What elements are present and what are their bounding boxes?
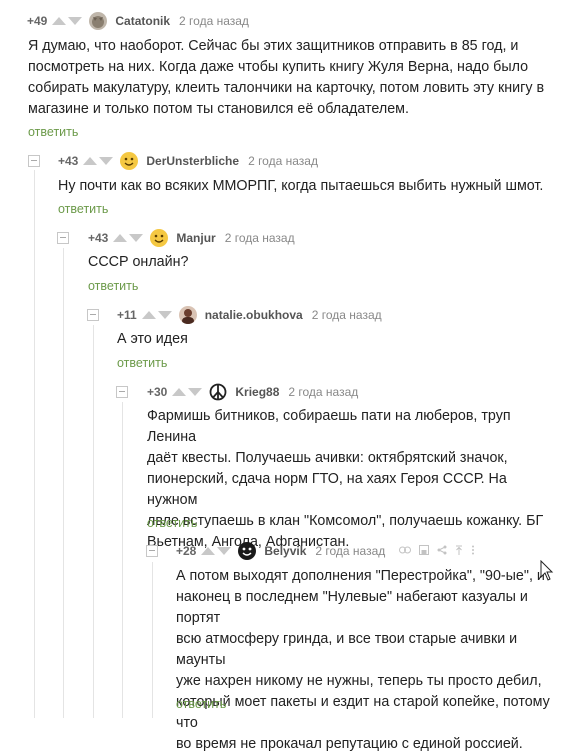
comment-line: пионерский, сдача норм ГТО, на хаях Геро… bbox=[147, 471, 507, 508]
comment-line: уже нахрен никому не нужны, теперь ты пр… bbox=[176, 673, 542, 689]
comment-body: Я думаю, что наоборот. Сейчас бы этих за… bbox=[28, 36, 548, 120]
comment-time[interactable]: 2 года назад bbox=[179, 14, 249, 28]
comment-body: Фармишь битников, собираешь пати на любе… bbox=[147, 406, 557, 553]
peace-sign-avatar-icon[interactable] bbox=[209, 383, 228, 401]
comment-username[interactable]: DerUnsterbliche bbox=[146, 154, 239, 168]
comment-line: Ну почти как во всяких ММОРПГ, когда пыт… bbox=[58, 178, 544, 194]
share-icon[interactable] bbox=[437, 545, 447, 558]
upvote-icon[interactable] bbox=[141, 311, 156, 319]
scroll-up-icon[interactable] bbox=[455, 545, 463, 558]
comment-body: А это идея bbox=[117, 329, 547, 350]
comment-line: даёт квесты. Получаешь ачивки: октябрятс… bbox=[147, 450, 508, 466]
comment-header: +49 Catatonik 2 года назад bbox=[27, 11, 249, 31]
upvote-icon[interactable] bbox=[52, 17, 67, 25]
collapse-toggle-icon[interactable] bbox=[146, 545, 158, 557]
reply-link[interactable]: ответить bbox=[88, 279, 138, 293]
comment-line: который моет пакеты и ездит на старой ко… bbox=[176, 694, 550, 731]
comment-username[interactable]: Krieg88 bbox=[235, 385, 279, 399]
smiley-yellow-avatar-icon[interactable] bbox=[150, 229, 169, 247]
comment-rating: +43 bbox=[88, 231, 109, 245]
downvote-icon[interactable] bbox=[157, 311, 172, 319]
cat-avatar-icon[interactable] bbox=[89, 12, 108, 30]
collapse-toggle-icon[interactable] bbox=[87, 309, 99, 321]
downvote-icon[interactable] bbox=[99, 157, 114, 165]
downvote-icon[interactable] bbox=[188, 388, 203, 396]
more-icon[interactable] bbox=[471, 545, 475, 558]
comment-line: А потом выходят дополнения "Перестройка"… bbox=[176, 568, 545, 584]
thread-line bbox=[34, 170, 35, 718]
thread-line bbox=[122, 402, 123, 718]
comment-line: во время не прокачал репутацию с единой … bbox=[176, 736, 523, 752]
save-icon[interactable] bbox=[419, 544, 430, 558]
collapse-toggle-icon[interactable] bbox=[28, 155, 40, 167]
comment-line: наконец в последнем "Нулевые" набегают к… bbox=[176, 589, 528, 626]
comment-line: Фармишь битников, собираешь пати на любе… bbox=[147, 408, 511, 445]
comment-rating: +49 bbox=[27, 14, 48, 28]
smiley-yellow-avatar-icon[interactable] bbox=[120, 152, 139, 170]
comment-header: +30 Krieg88 2 года назад bbox=[147, 382, 358, 402]
comment-rating: +30 bbox=[147, 385, 168, 399]
comment-header: +43 DerUnsterbliche 2 года назад bbox=[58, 151, 318, 171]
reply-link[interactable]: ответить bbox=[28, 125, 78, 139]
comment-body: Ну почти как во всяких ММОРПГ, когда пыт… bbox=[58, 176, 558, 197]
comment-line: А это идея bbox=[117, 331, 188, 347]
comment-line: СССР онлайн? bbox=[88, 254, 189, 270]
downvote-icon[interactable] bbox=[68, 17, 83, 25]
collapse-toggle-icon[interactable] bbox=[116, 386, 128, 398]
upvote-icon[interactable] bbox=[113, 234, 128, 242]
comment-tools bbox=[399, 544, 475, 558]
comment-time[interactable]: 2 года назад bbox=[312, 308, 382, 322]
comment-line: собирать макулатуру, клеить талончики на… bbox=[28, 80, 545, 96]
reply-link[interactable]: ответить bbox=[117, 356, 167, 370]
comment-header: +43 Manjur 2 года назад bbox=[88, 228, 295, 248]
thread-line bbox=[93, 325, 94, 718]
collapse-toggle-icon[interactable] bbox=[57, 232, 69, 244]
smiley-black-avatar-icon[interactable] bbox=[238, 542, 257, 560]
comment-header: +28 Belyvik 2 года назад bbox=[176, 541, 475, 561]
comment-header: +11 natalie.obukhova 2 года назад bbox=[117, 305, 382, 325]
mouse-cursor-icon bbox=[540, 559, 554, 587]
reply-link[interactable]: ответить bbox=[176, 697, 226, 711]
comment-rating: +11 bbox=[117, 308, 137, 322]
comment-rating: +43 bbox=[58, 154, 79, 168]
comment-time[interactable]: 2 года назад bbox=[315, 544, 385, 558]
comment-body: А потом выходят дополнения "Перестройка"… bbox=[176, 566, 556, 755]
comment-username[interactable]: Catatonik bbox=[115, 14, 170, 28]
thread-line bbox=[152, 562, 153, 718]
comment-line: Я думаю, что наоборот. Сейчас бы этих за… bbox=[28, 38, 519, 54]
downvote-icon[interactable] bbox=[129, 234, 144, 242]
comment-time[interactable]: 2 года назад bbox=[225, 231, 295, 245]
comment-line: лвле вступаешь в клан "Комсомол", получа… bbox=[147, 513, 544, 529]
comment-time[interactable]: 2 года назад bbox=[288, 385, 358, 399]
person-avatar-icon[interactable] bbox=[178, 306, 197, 324]
upvote-icon[interactable] bbox=[201, 547, 216, 555]
comment-username[interactable]: Manjur bbox=[176, 231, 215, 245]
comment-line: всю атмосферу гринда, и все твои старые … bbox=[176, 631, 518, 668]
link-icon[interactable] bbox=[399, 545, 412, 557]
comment-rating: +28 bbox=[176, 544, 197, 558]
comment-line: посмотреть на них. Когда даже чтобы купи… bbox=[28, 59, 529, 75]
reply-link[interactable]: ответить bbox=[58, 202, 108, 216]
upvote-icon[interactable] bbox=[172, 388, 187, 396]
comment-username[interactable]: Belyvik bbox=[264, 544, 306, 558]
comment-time[interactable]: 2 года назад bbox=[248, 154, 318, 168]
upvote-icon[interactable] bbox=[83, 157, 98, 165]
reply-link[interactable]: ответить bbox=[147, 516, 197, 530]
comment-username[interactable]: natalie.obukhova bbox=[205, 308, 303, 322]
comment-line: магазине и только потом ты становился её… bbox=[28, 101, 409, 117]
comment-body: СССР онлайн? bbox=[88, 252, 548, 273]
downvote-icon[interactable] bbox=[217, 547, 232, 555]
thread-line bbox=[63, 248, 64, 718]
